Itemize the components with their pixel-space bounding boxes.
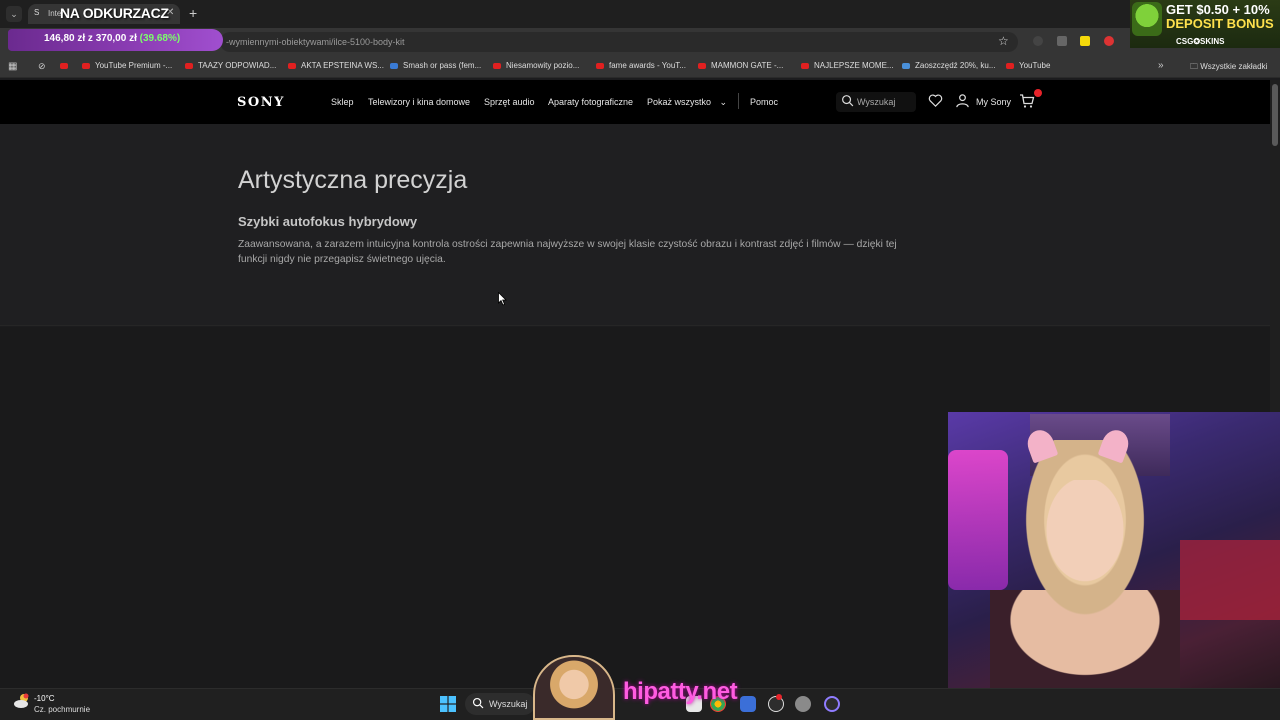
scrollbar-thumb[interactable]	[1272, 84, 1278, 146]
new-tab-icon[interactable]: +	[189, 5, 197, 21]
bookmark-item[interactable]: MAMMON GATE -...	[698, 61, 783, 70]
heart-icon[interactable]	[928, 93, 943, 108]
nav-link-cameras[interactable]: Aparaty fotograficzne	[548, 97, 633, 107]
youtube-icon	[596, 62, 604, 69]
notification-badge	[776, 694, 782, 700]
youtube-icon	[493, 62, 501, 69]
extension-icon[interactable]	[1104, 36, 1114, 46]
youtube-icon[interactable]	[60, 63, 68, 69]
donation-amount: 146,80 zł z 370,00 zł	[44, 33, 137, 44]
bookmark-item[interactable]: TAAZY ODPOWIAD...	[185, 61, 276, 70]
weather-description: Cz. pochmurnie	[34, 705, 91, 714]
nav-divider	[738, 93, 739, 109]
bookmark-item[interactable]: Niesamowity pozio...	[493, 61, 579, 70]
youtube-icon	[82, 62, 90, 69]
tab-search-dropdown-icon[interactable]: ⌄	[6, 6, 22, 22]
section-heading: Artystyczna precyzja	[238, 166, 468, 194]
extension-icon[interactable]	[1080, 36, 1090, 46]
feature-description: Zaawansowana, a zarazem intuicyjna kontr…	[238, 239, 897, 265]
donation-progress-text: 146,80 zł z 370,00 zł (39.68%)	[44, 33, 180, 44]
site-header	[0, 80, 1270, 124]
youtube-icon	[288, 62, 296, 69]
steam-icon	[902, 62, 910, 69]
stream-watermark: hipatty.net	[623, 678, 738, 705]
webcam-background-decor	[1180, 540, 1280, 620]
taskbar-app-icon[interactable]	[824, 696, 840, 712]
feature-title: Szybki autofokus hybrydowy	[238, 214, 418, 229]
sony-logo[interactable]: SONY	[237, 95, 285, 110]
ad-brand: CSG✪SKINS	[1176, 37, 1225, 46]
bookmark-item[interactable]: Smash or pass (fem...	[390, 61, 481, 70]
cart-icon[interactable]	[1019, 93, 1035, 109]
ad-mascot-image	[1132, 2, 1162, 36]
youtube-icon	[1006, 62, 1014, 69]
bookmark-item[interactable]: NAJLEPSZE MOME...	[801, 61, 894, 70]
bookmark-item[interactable]: Zaoszczędź 20%, ku...	[902, 61, 995, 70]
windows-start-icon[interactable]	[440, 696, 456, 712]
all-bookmarks-button[interactable]: 🗀 Wszystkie zakładki	[1190, 61, 1267, 75]
user-icon[interactable]	[955, 93, 970, 108]
weather-temperature: -10°C	[34, 694, 55, 703]
nav-link-help[interactable]: Pomoc	[750, 97, 778, 107]
mouse-cursor-icon	[498, 292, 507, 306]
profile-icon[interactable]: ⊘	[38, 61, 46, 72]
bookmark-favicon-icon	[390, 62, 398, 69]
taskbar-search-label: Wyszukaj	[489, 699, 528, 709]
youtube-icon	[801, 62, 809, 69]
nav-link-shop[interactable]: Sklep	[331, 97, 354, 107]
bookmark-item[interactable]: AKTA EPSTEINA WS...	[288, 61, 384, 70]
youtube-icon	[185, 62, 193, 69]
webcam-person-face	[1040, 480, 1130, 590]
extension-icon[interactable]	[1033, 36, 1043, 46]
apps-grid-icon[interactable]: ▦	[8, 61, 17, 72]
extension-icon[interactable]	[1057, 36, 1067, 46]
url-text[interactable]: -wymiennymi-obiektywami/ilce-5100-body-k…	[226, 37, 405, 47]
folder-icon: 🗀	[1190, 62, 1201, 71]
tab-favicon-icon: S	[34, 8, 40, 17]
nav-link-tv[interactable]: Telewizory i kina domowe	[368, 97, 470, 107]
stream-overlay-title: NA ODKURZACZ	[60, 5, 169, 21]
webcam-microphone-light	[948, 450, 1008, 590]
my-sony-link[interactable]: My Sony	[976, 97, 1011, 107]
settings-gear-icon[interactable]	[795, 696, 811, 712]
youtube-icon	[698, 62, 706, 69]
search-icon	[472, 697, 484, 709]
weather-cloudy-icon[interactable]	[12, 692, 32, 710]
chevron-down-icon: ⌄	[719, 97, 728, 107]
bookmark-star-icon[interactable]: ☆	[998, 34, 1009, 48]
cart-badge	[1034, 89, 1042, 97]
bookmarks-overflow-icon[interactable]: »	[1158, 60, 1164, 71]
bookmark-item[interactable]: YouTube Premium -...	[82, 61, 172, 70]
taskbar-app-icon[interactable]	[740, 696, 756, 712]
search-placeholder: Wyszukaj	[857, 97, 896, 107]
ad-headline: GET $0.50 + 10%	[1166, 2, 1270, 17]
bookmark-item[interactable]: fame awards - YouT...	[596, 61, 686, 70]
ad-subheadline: DEPOSIT BONUS	[1166, 16, 1274, 31]
bookmark-item[interactable]: YouTube	[1006, 61, 1050, 70]
search-icon	[842, 95, 854, 107]
donation-percent: (39.68%)	[139, 33, 181, 44]
nav-link-audio[interactable]: Sprzęt audio	[484, 97, 535, 107]
nav-link-show-all[interactable]: Pokaż wszystko ⌄	[647, 97, 727, 108]
feature-section	[0, 124, 1270, 326]
show-all-label: Pokaż wszystko	[647, 97, 712, 107]
